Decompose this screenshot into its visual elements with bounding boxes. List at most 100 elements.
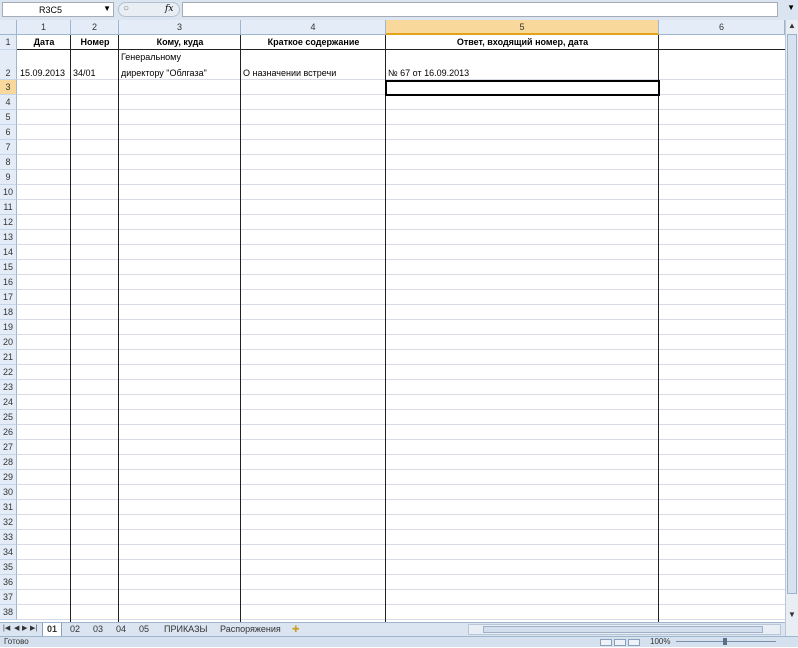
row-header-26[interactable]: 26: [0, 425, 17, 440]
page-layout-icon[interactable]: [614, 639, 626, 646]
sheet-tab-05[interactable]: 05: [135, 623, 153, 636]
row-header-28[interactable]: 28: [0, 455, 17, 470]
scroll-down-icon[interactable]: ▼: [788, 610, 796, 619]
cell-recipient-line2[interactable]: директору "Облгаза": [121, 68, 207, 78]
last-sheet-icon[interactable]: ▶|: [30, 624, 37, 632]
formula-input[interactable]: [182, 2, 778, 17]
row-gridline: [17, 289, 785, 290]
row-header-9[interactable]: 9: [0, 170, 17, 185]
sheet-tab-rasporyazheniya[interactable]: Распоряжения: [216, 623, 285, 636]
next-sheet-icon[interactable]: ▶: [22, 624, 27, 632]
row-header-4[interactable]: 4: [0, 95, 17, 110]
row-header-34[interactable]: 34: [0, 545, 17, 560]
row-gridline: [17, 49, 785, 50]
row-header-2[interactable]: 2: [0, 50, 17, 80]
row-header-20[interactable]: 20: [0, 335, 17, 350]
row-header-25[interactable]: 25: [0, 410, 17, 425]
column-header-2[interactable]: 2: [71, 20, 119, 35]
row-header-30[interactable]: 30: [0, 485, 17, 500]
row-header-33[interactable]: 33: [0, 530, 17, 545]
cell-summary[interactable]: О назначении встречи: [243, 68, 336, 78]
column-border: [240, 35, 241, 622]
formula-cancel-icon[interactable]: ○: [123, 3, 129, 14]
row-header-38[interactable]: 38: [0, 605, 17, 620]
chevron-down-icon[interactable]: ▼: [103, 4, 111, 13]
row-header-37[interactable]: 37: [0, 590, 17, 605]
view-buttons[interactable]: [600, 638, 644, 646]
row-gridline: [17, 559, 785, 560]
cell-number[interactable]: 34/01: [73, 68, 96, 78]
row-gridline: [17, 139, 785, 140]
name-box-value: R3C5: [39, 5, 63, 15]
row-header-23[interactable]: 23: [0, 380, 17, 395]
cell-header-date[interactable]: Дата: [17, 37, 71, 47]
cell-header-summary[interactable]: Краткое содержание: [241, 37, 386, 47]
column-header-4[interactable]: 4: [241, 20, 386, 35]
page-break-icon[interactable]: [628, 639, 640, 646]
insert-sheet-icon[interactable]: ✚: [288, 623, 304, 636]
formula-bar: R3C5 ▼ ○ fx ▼: [0, 0, 798, 21]
row-header-3[interactable]: 3: [0, 80, 17, 95]
column-header-3[interactable]: 3: [119, 20, 241, 35]
row-header-27[interactable]: 27: [0, 440, 17, 455]
row-header-11[interactable]: 11: [0, 200, 17, 215]
cell-recipient-line1[interactable]: Генеральному: [121, 52, 181, 62]
sheet-tab-04[interactable]: 04: [112, 623, 130, 636]
row-header-21[interactable]: 21: [0, 350, 17, 365]
row-gridline: [17, 154, 785, 155]
cell-header-answer[interactable]: Ответ, входящий номер, дата: [386, 37, 659, 47]
row-header-24[interactable]: 24: [0, 395, 17, 410]
row-header-7[interactable]: 7: [0, 140, 17, 155]
row-header-18[interactable]: 18: [0, 305, 17, 320]
vertical-scroll-thumb[interactable]: [787, 34, 797, 594]
row-header-12[interactable]: 12: [0, 215, 17, 230]
active-cell-selection[interactable]: [385, 80, 660, 96]
vertical-scrollbar[interactable]: ▲ ▼: [785, 20, 798, 636]
prev-sheet-icon[interactable]: ◀: [14, 624, 19, 632]
sheet-tab-03[interactable]: 03: [89, 623, 107, 636]
row-header-32[interactable]: 32: [0, 515, 17, 530]
sheet-tab-02[interactable]: 02: [66, 623, 84, 636]
zoom-slider-knob[interactable]: [723, 638, 727, 645]
row-gridline: [17, 259, 785, 260]
row-header-15[interactable]: 15: [0, 260, 17, 275]
select-all-corner[interactable]: [0, 20, 17, 35]
scroll-up-icon[interactable]: ▲: [788, 21, 796, 30]
name-box[interactable]: R3C5 ▼: [2, 2, 114, 17]
column-header-1[interactable]: 1: [17, 20, 71, 35]
row-header-35[interactable]: 35: [0, 560, 17, 575]
sheet-tabs-bar: |◀ ◀ ▶ ▶| 01 02 03 04 05 ПРИКАЗЫ Распоря…: [0, 622, 785, 637]
row-header-17[interactable]: 17: [0, 290, 17, 305]
row-header-13[interactable]: 13: [0, 230, 17, 245]
horizontal-scrollbar[interactable]: [468, 624, 781, 635]
row-header-22[interactable]: 22: [0, 365, 17, 380]
expand-formula-bar-icon[interactable]: ▼: [787, 3, 795, 12]
cell-header-recipient[interactable]: Кому, куда: [119, 37, 241, 47]
first-sheet-icon[interactable]: |◀: [3, 624, 10, 632]
row-header-10[interactable]: 10: [0, 185, 17, 200]
row-header-6[interactable]: 6: [0, 125, 17, 140]
sheet-tab-01[interactable]: 01: [42, 623, 63, 637]
row-header-19[interactable]: 19: [0, 320, 17, 335]
cell-date[interactable]: 15.09.2013: [20, 68, 65, 78]
row-gridline: [17, 244, 785, 245]
normal-view-icon[interactable]: [600, 639, 612, 646]
column-header-5[interactable]: 5: [386, 20, 659, 35]
horizontal-scroll-thumb[interactable]: [483, 626, 763, 633]
insert-function-button[interactable]: fx: [165, 4, 173, 14]
row-header-8[interactable]: 8: [0, 155, 17, 170]
row-header-5[interactable]: 5: [0, 110, 17, 125]
row-header-29[interactable]: 29: [0, 470, 17, 485]
row-header-31[interactable]: 31: [0, 500, 17, 515]
row-header-36[interactable]: 36: [0, 575, 17, 590]
sheet-tab-prikazy[interactable]: ПРИКАЗЫ: [160, 623, 212, 636]
cell-header-number[interactable]: Номер: [71, 37, 119, 47]
column-border: [658, 35, 659, 622]
row-header-16[interactable]: 16: [0, 275, 17, 290]
cell-answer[interactable]: № 67 от 16.09.2013: [388, 68, 469, 78]
zoom-level[interactable]: 100%: [650, 637, 670, 646]
column-header-6[interactable]: 6: [659, 20, 785, 35]
row-header-1[interactable]: 1: [0, 35, 17, 50]
row-header-14[interactable]: 14: [0, 245, 17, 260]
spreadsheet-grid[interactable]: 1 2 3 4 5 6 1 2 3 4 5 6 7 8 9 10 11 12 13 14 15 16 17 18 1…: [0, 20, 785, 622]
